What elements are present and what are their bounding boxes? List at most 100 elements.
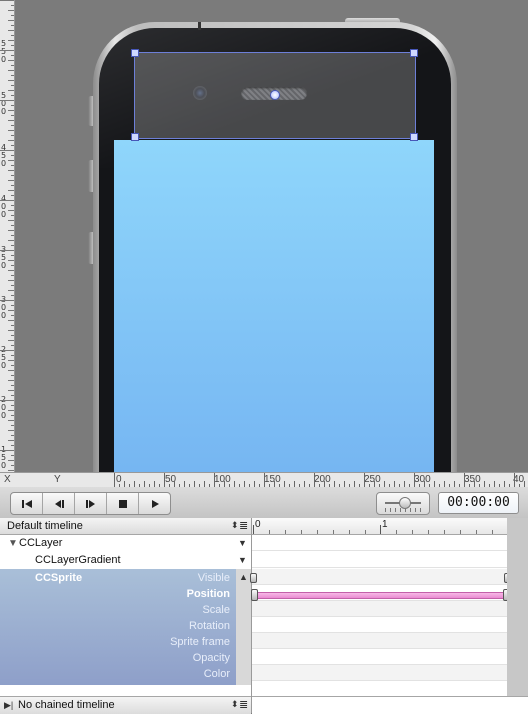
slider-knob[interactable] — [399, 497, 411, 509]
list-menu-icon[interactable]: ≣ — [239, 519, 248, 532]
vruler-tick — [11, 45, 14, 46]
vruler-tick — [8, 390, 14, 391]
play-icon — [151, 499, 159, 508]
hruler-tick — [414, 473, 415, 487]
property-rotation[interactable]: Rotation — [100, 620, 230, 632]
disclosure-triangle-icon[interactable]: ▼ — [8, 538, 18, 549]
keyframe-area[interactable]: 0 1 2 — [250, 518, 528, 714]
hruler-tick — [514, 473, 515, 487]
gradient-layer-screen[interactable] — [114, 140, 434, 472]
ruler-tick — [396, 530, 397, 534]
vruler-tick — [8, 180, 14, 181]
timeline-zoom-slider[interactable] — [376, 492, 430, 515]
timeline-ruler[interactable]: 0 1 2 — [252, 518, 528, 535]
vruler-tick — [8, 140, 14, 141]
vruler-tick — [11, 455, 14, 456]
updown-chevron-icon: ⬍ — [231, 699, 239, 709]
collapse-arrow-icon[interactable]: ▲ — [239, 572, 248, 582]
vruler-tick — [11, 135, 14, 136]
track-row — [252, 649, 507, 665]
property-position[interactable]: Position — [100, 588, 230, 600]
play-button[interactable] — [139, 493, 170, 514]
vruler-tick — [11, 405, 14, 406]
vruler-tick — [0, 0, 14, 1]
vruler-tick — [11, 235, 14, 236]
visible-keyframe-start[interactable] — [250, 573, 257, 583]
chained-timeline-selector[interactable]: ▶| No chained timeline ⬍ ≣ — [0, 696, 251, 714]
vruler-tick — [11, 155, 14, 156]
vruler-tick — [8, 340, 14, 341]
vruler-tick — [0, 300, 14, 301]
stop-icon — [118, 499, 127, 508]
vruler-tick — [11, 315, 14, 316]
resize-handle-top-left[interactable] — [131, 49, 139, 57]
resize-handle-top-right[interactable] — [410, 49, 418, 57]
vruler-tick — [11, 395, 14, 396]
vruler-tick — [11, 415, 14, 416]
timecode-display: 00:00:00 — [438, 492, 519, 514]
resize-handle-bottom-right[interactable] — [410, 133, 418, 141]
hruler-tick — [314, 473, 315, 487]
hruler-tick — [164, 473, 165, 487]
dropdown-arrow-icon[interactable]: ▼ — [238, 555, 247, 565]
property-sprite-frame[interactable]: Sprite frame — [100, 636, 230, 648]
ruler-tick — [428, 530, 429, 534]
timeline-ruler-label: 1 — [382, 519, 388, 530]
step-back-icon — [54, 499, 64, 508]
vruler-tick — [0, 50, 14, 51]
editor-canvas[interactable]: 5 5 0 5 0 0 4 5 0 4 0 0 3 5 0 3 0 0 2 5 … — [0, 0, 528, 472]
vruler-tick — [11, 325, 14, 326]
node-row-ccsprite[interactable]: CCSprite Visible Position Scale Rotation… — [0, 569, 236, 685]
ruler-tick — [317, 530, 318, 534]
vruler-tick — [11, 55, 14, 56]
vruler-tick — [8, 70, 14, 71]
skip-to-start-button[interactable] — [11, 493, 43, 514]
list-menu-icon[interactable]: ≣ — [239, 698, 248, 711]
step-forward-icon — [85, 499, 95, 508]
vruler-tick — [0, 350, 14, 351]
vruler-tick — [11, 95, 14, 96]
vruler-tick — [0, 100, 14, 101]
track-row — [252, 681, 507, 697]
vruler-tick — [8, 80, 14, 81]
ruler-tick — [476, 530, 477, 534]
property-visible[interactable]: Visible — [100, 572, 230, 584]
vruler-tick — [8, 440, 14, 441]
hruler-tick — [114, 473, 115, 487]
step-back-button[interactable] — [43, 493, 75, 514]
node-row-cclayergradient[interactable]: CCLayerGradient ▼ — [0, 552, 251, 570]
position-tween-bar[interactable] — [254, 592, 507, 599]
vruler-tick — [11, 285, 14, 286]
anchor-point-handle[interactable] — [270, 90, 280, 100]
vruler-tick — [8, 30, 14, 31]
property-opacity[interactable]: Opacity — [100, 652, 230, 664]
vruler-tick — [11, 175, 14, 176]
node-row-cclayer[interactable]: ▼ CCLayer ▼ — [0, 535, 251, 553]
vruler-tick — [11, 445, 14, 446]
step-forward-button[interactable] — [75, 493, 107, 514]
vertical-ruler: 5 5 0 5 0 0 4 5 0 4 0 0 3 5 0 3 0 0 2 5 … — [0, 0, 15, 472]
property-scale[interactable]: Scale — [100, 604, 230, 616]
resize-handle-bottom-left[interactable] — [131, 133, 139, 141]
ruler-tick — [333, 530, 334, 534]
vruler-tick — [11, 25, 14, 26]
property-color[interactable]: Color — [100, 668, 230, 680]
timeline-selector[interactable]: Default timeline ⬍ ≣ — [0, 518, 251, 535]
node-name: CCLayerGradient — [35, 554, 121, 566]
vruler-tick — [8, 470, 14, 471]
position-keyframe-start[interactable] — [251, 589, 258, 601]
ruler-tick — [412, 530, 413, 534]
vruler-label: 4 0 0 — [1, 194, 7, 219]
vruler-tick — [11, 265, 14, 266]
hruler-tick — [464, 473, 465, 487]
vruler-tick — [8, 190, 14, 191]
ruler-tick — [301, 530, 302, 534]
vruler-tick — [8, 230, 14, 231]
vruler-tick — [0, 150, 14, 151]
track-row — [252, 552, 507, 568]
track-row — [252, 569, 507, 585]
dropdown-arrow-icon[interactable]: ▼ — [238, 538, 247, 548]
stop-button[interactable] — [107, 493, 139, 514]
vruler-tick — [8, 290, 14, 291]
track-row — [252, 665, 507, 681]
